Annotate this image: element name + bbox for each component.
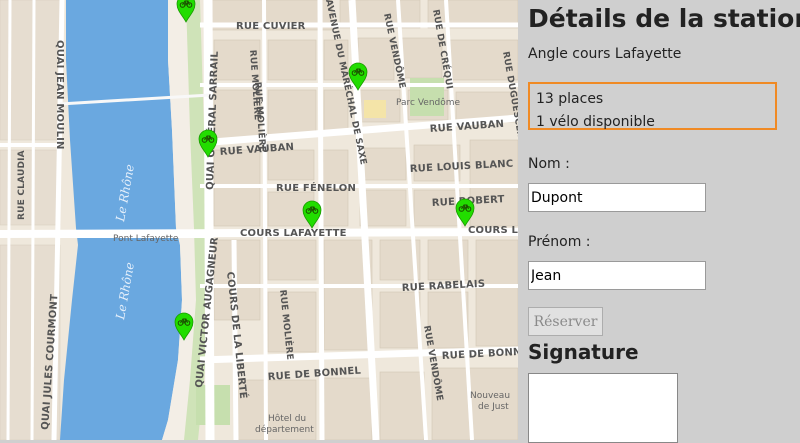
- street-label-rue-fenelon: RUE FÉNELON: [276, 181, 356, 194]
- place-label-hotel-departement-2: département: [255, 424, 314, 435]
- prenom-label: Prénom :: [528, 234, 591, 250]
- station-info-box: 13 places 1 vélo disponible: [528, 82, 777, 130]
- prenom-input[interactable]: [528, 261, 706, 290]
- place-label-nouveau-de-just-1: Nouveau: [470, 391, 510, 401]
- map-canvas[interactable]: RUE CUVIER RUE VAUBAN RUE VAUBAN RUE FÉN…: [0, 0, 518, 440]
- reserve-button[interactable]: Réserver: [528, 307, 603, 336]
- street-label-quai-jean-moulin: QUAI JEAN MOULIN: [54, 40, 65, 150]
- place-label-parc-vendome: Parc Vendôme: [396, 97, 461, 108]
- street-label-rue-claudia: RUE CLAUDIA: [17, 150, 27, 220]
- station-places: 13 places: [536, 91, 604, 107]
- signature-canvas[interactable]: [528, 373, 678, 443]
- nom-input[interactable]: [528, 183, 706, 212]
- street-label-cours-lafayette-right: COURS LA: [468, 225, 518, 236]
- nom-label: Nom :: [528, 156, 570, 172]
- street-label-cours-lafayette: COURS LAFAYETTE: [240, 228, 347, 239]
- station-details-panel: Détails de la station Angle cours Lafaye…: [518, 0, 800, 443]
- place-label-nouveau-de-just-2: de Just: [478, 402, 509, 412]
- station-address: Angle cours Lafayette: [528, 46, 682, 62]
- station-title: Détails de la station: [528, 4, 800, 33]
- street-label-rue-cuvier: RUE CUVIER: [236, 21, 306, 32]
- station-bikes-available: 1 vélo disponible: [536, 114, 655, 130]
- place-label-pont-lafayette: Pont Lafayette: [113, 234, 179, 244]
- station-map[interactable]: RUE CUVIER RUE VAUBAN RUE VAUBAN RUE FÉN…: [0, 0, 518, 440]
- signature-title: Signature: [528, 340, 639, 364]
- place-label-hotel-departement-1: Hôtel du: [268, 413, 306, 424]
